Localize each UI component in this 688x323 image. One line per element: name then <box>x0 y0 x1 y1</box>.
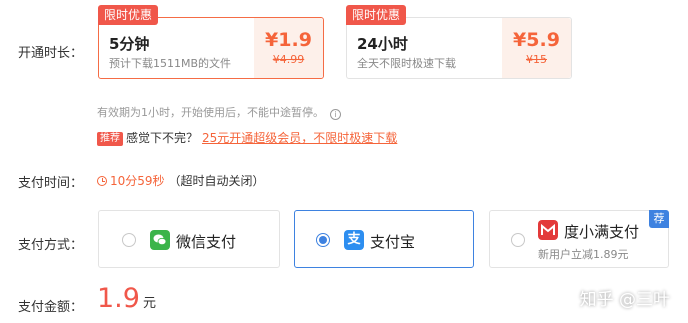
plan-name: 24小时 <box>357 35 408 53</box>
limited-offer-badge: 限时优惠 <box>98 5 159 25</box>
plan-description: 预计下载1511MB的文件 <box>109 57 232 70</box>
duxiaoman-icon <box>538 220 558 240</box>
promo-line: 推荐 感觉下不完？ 25元开通超级会员，不限时极速下载 <box>97 129 397 146</box>
validity-note-text: 有效期为1小时，开始使用后，不能中途暂停。 <box>97 106 324 119</box>
plan-name: 5分钟 <box>109 35 150 53</box>
limited-offer-badge: 限时优惠 <box>346 5 407 25</box>
pay-option-duxiaoman[interactable]: 荐 度小满支付 新用户立减1.89元 <box>489 210 669 268</box>
amount-unit: 元 <box>142 296 156 311</box>
pay-amount: 1.9 元 <box>97 283 156 314</box>
countdown-time: 10分59秒 <box>110 174 165 188</box>
plan-price: ¥5.9 <box>513 29 560 51</box>
plan-price-box: ¥1.9 ¥4.99 <box>254 18 323 78</box>
duxiaoman-icon-glyph <box>541 223 555 235</box>
pay-option-label: 支付宝 <box>370 233 416 251</box>
plan-card-24h[interactable]: 限时优惠 24小时 全天不限时极速下载 ¥5.9 ¥15 <box>346 5 572 79</box>
plan-original-price: ¥4.99 <box>272 53 305 66</box>
pay-option-alipay[interactable]: 支 支付宝 <box>294 210 474 268</box>
info-icon[interactable]: i <box>330 109 341 120</box>
plan-price-box: ¥5.9 ¥15 <box>502 18 571 78</box>
watermark: 知乎 @三叶 <box>579 290 670 310</box>
pay-method-label: 支付方式： <box>18 238 84 253</box>
pay-time-label: 支付时间： <box>18 176 84 191</box>
clock-icon <box>97 176 107 186</box>
pay-amount-label: 支付金额： <box>18 300 84 315</box>
plan-original-price: ¥15 <box>526 53 547 66</box>
wechat-icon-glyph <box>153 234 167 246</box>
super-vip-link[interactable]: 25元开通超级会员，不限时极速下载 <box>202 131 397 145</box>
pay-option-label: 微信支付 <box>176 233 237 251</box>
alipay-icon: 支 <box>344 230 364 250</box>
plan-description: 全天不限时极速下载 <box>357 57 456 70</box>
promo-text: 感觉下不完？ <box>126 131 199 145</box>
plan-price: ¥1.9 <box>265 29 312 51</box>
amount-value: 1.9 <box>97 283 140 314</box>
duxiaoman-radio[interactable] <box>511 233 525 247</box>
wechat-radio[interactable] <box>122 233 136 247</box>
countdown-note: （超时自动关闭） <box>168 174 265 188</box>
alipay-radio[interactable] <box>316 233 330 247</box>
recommend-corner-tag: 荐 <box>649 210 669 228</box>
pay-option-wechat[interactable]: 微信支付 <box>98 210 280 268</box>
duration-label: 开通时长： <box>18 46 84 61</box>
recommend-tag: 推荐 <box>97 132 123 146</box>
plan-card-5min[interactable]: 限时优惠 5分钟 预计下载1511MB的文件 ¥1.9 ¥4.99 <box>98 5 324 79</box>
countdown: 10分59秒 （超时自动关闭） <box>97 172 265 189</box>
validity-note: 有效期为1小时，开始使用后，不能中途暂停。 i <box>97 104 341 120</box>
pay-option-subtext: 新用户立减1.89元 <box>538 248 629 261</box>
pay-option-label: 度小满支付 <box>564 223 640 241</box>
wechat-icon <box>150 230 170 250</box>
